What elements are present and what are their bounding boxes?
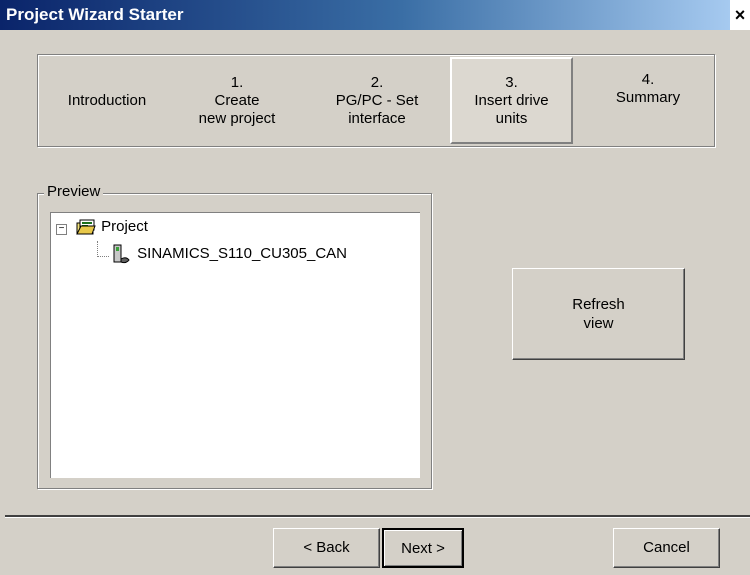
- step-label: PG/PC - Set interface: [335, 91, 419, 127]
- step-label: Create new project: [198, 91, 276, 127]
- refresh-view-button[interactable]: Refresh view: [512, 268, 685, 360]
- close-button[interactable]: ×: [730, 0, 750, 30]
- tree-connector: [97, 241, 98, 257]
- next-button[interactable]: Next >: [382, 528, 464, 568]
- step-label: Introduction: [67, 91, 147, 109]
- step-insert-drive-units[interactable]: 3. Insert drive units: [450, 57, 573, 144]
- wizard-steps: Introduction 1. Create new project 2. PG…: [37, 54, 715, 147]
- tree-item-label: Project: [101, 217, 148, 235]
- step-label: Insert drive units: [474, 91, 549, 127]
- step-summary[interactable]: 4. Summary: [583, 57, 713, 144]
- drive-unit-icon: [113, 244, 130, 264]
- tree-item-project[interactable]: Project: [75, 217, 148, 237]
- cancel-button[interactable]: Cancel: [613, 528, 720, 568]
- collapse-icon[interactable]: −: [56, 224, 67, 235]
- step-number: 4.: [641, 71, 655, 88]
- tree-item-drive[interactable]: SINAMICS_S110_CU305_CAN: [111, 243, 347, 265]
- step-introduction[interactable]: Introduction: [42, 57, 172, 144]
- step-create-project[interactable]: 1. Create new project: [172, 57, 302, 144]
- step-number: 2.: [370, 73, 384, 91]
- step-number: 3.: [505, 73, 518, 91]
- step-label: Summary: [615, 89, 681, 106]
- project-tree[interactable]: − Project SINAMICS_S110_CU305_CAN: [50, 212, 420, 478]
- title-bar: Project Wizard Starter ×: [0, 0, 750, 30]
- step-set-interface[interactable]: 2. PG/PC - Set interface: [312, 57, 442, 144]
- preview-label: Preview: [44, 183, 104, 200]
- project-icon: [76, 219, 96, 235]
- refresh-view-label: Refresh view: [572, 296, 625, 332]
- tree-item-label: SINAMICS_S110_CU305_CAN: [137, 244, 347, 262]
- window-title: Project Wizard Starter: [0, 0, 730, 30]
- tree-connector: [97, 256, 109, 257]
- back-button[interactable]: < Back: [273, 528, 380, 568]
- step-number: 1.: [230, 73, 244, 91]
- footer-divider: [5, 515, 750, 518]
- wizard-dialog: Project Wizard Starter × Introduction 1.…: [0, 0, 750, 575]
